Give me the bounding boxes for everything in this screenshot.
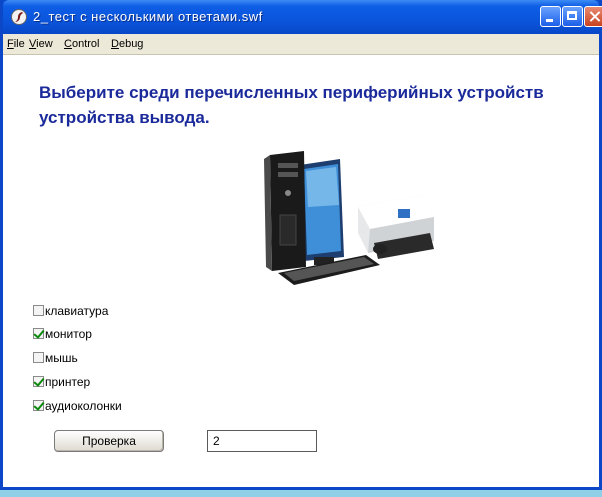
app-window: 2_тест с несколькими ответами.swf File V… [0, 0, 602, 490]
minimize-button[interactable] [540, 6, 561, 27]
option-label: монитор [45, 326, 92, 341]
menu-file[interactable]: File [7, 38, 25, 50]
option-printer[interactable]: принтер [33, 373, 90, 389]
option-label: принтер [45, 374, 91, 389]
computer-illustration [264, 151, 434, 285]
checkbox-speakers[interactable] [33, 400, 44, 411]
option-keyboard[interactable]: клавиатура [33, 302, 108, 318]
close-button[interactable] [584, 6, 602, 27]
mouse-shape [373, 244, 387, 254]
menu-view[interactable]: View [29, 38, 53, 50]
option-monitor[interactable]: монитор [33, 325, 92, 341]
checkbox-mouse[interactable] [33, 352, 44, 363]
menu-control[interactable]: Control [64, 38, 99, 50]
option-label: мышь [45, 350, 78, 365]
menu-debug[interactable]: Debug [111, 38, 143, 50]
maximize-button[interactable] [562, 6, 583, 27]
window-title: 2_тест с несколькими ответами.swf [33, 9, 263, 24]
menu-bar: File View Control Debug [3, 34, 599, 55]
answer-field[interactable]: 2 [207, 430, 317, 452]
question-text: Выберите среди перечисленных периферийны… [39, 80, 544, 130]
printer-shape [358, 195, 434, 259]
check-button[interactable]: Проверка [54, 430, 164, 452]
checkbox-monitor[interactable] [33, 328, 44, 339]
option-label: клавиатура [45, 303, 109, 318]
checkbox-keyboard[interactable] [33, 305, 44, 316]
monitor-shape [300, 159, 344, 265]
title-bar[interactable]: 2_тест с несколькими ответами.swf [3, 0, 602, 34]
option-mouse[interactable]: мышь [33, 349, 78, 365]
option-speakers[interactable]: аудиоколонки [33, 397, 122, 413]
system-unit-shape [264, 151, 306, 271]
question-line-1: Выберите среди перечисленных периферийны… [39, 83, 544, 102]
flash-player-icon [11, 9, 27, 25]
question-line-2: устройства вывода. [39, 108, 210, 127]
option-label: аудиоколонки [45, 398, 122, 413]
flash-content-area: Выберите среди перечисленных периферийны… [3, 55, 599, 487]
checkbox-printer[interactable] [33, 376, 44, 387]
